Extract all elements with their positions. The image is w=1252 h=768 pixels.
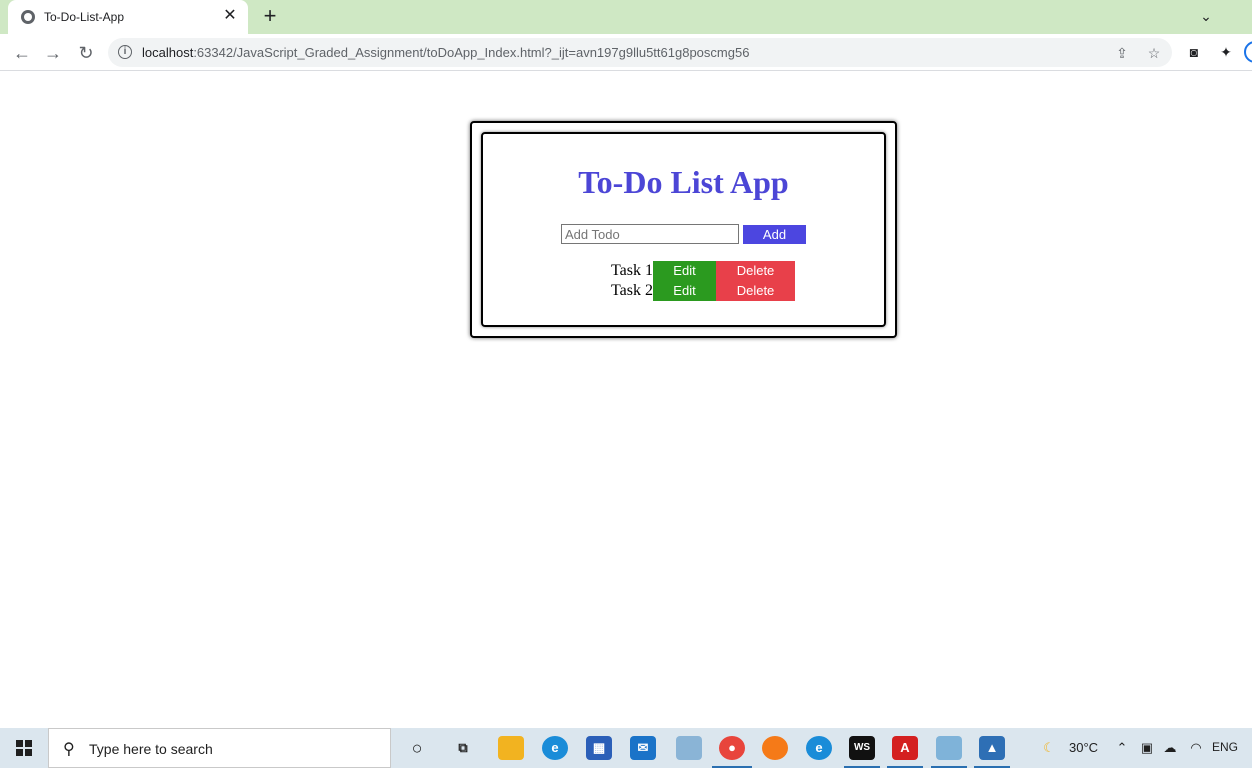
url-text[interactable]: localhost:63342/JavaScript_Graded_Assign… <box>142 45 749 60</box>
edit-button[interactable]: Edit <box>653 281 716 301</box>
task-row: Task 2 Edit Delete <box>611 281 811 301</box>
forward-button[interactable]: → <box>41 41 65 65</box>
taskbar-search[interactable]: ⚲ Type here to search <box>48 728 391 768</box>
search-icon: ⚲ <box>63 741 75 758</box>
extension-icon[interactable]: ◙ <box>1184 42 1204 62</box>
reload-button[interactable]: ↻ <box>74 41 98 65</box>
moon-weather-icon[interactable]: ☾ <box>1040 739 1058 757</box>
app-container-inner: To-Do List App Add Task 1 Edit Delete Ta… <box>481 132 886 327</box>
taskbar-search-placeholder: Type here to search <box>89 741 213 757</box>
weather-temperature[interactable]: 30°C <box>1069 740 1098 755</box>
edge-dev-icon[interactable]: e <box>806 736 832 760</box>
share-icon[interactable]: ⇪ <box>1112 43 1132 63</box>
task-label: Task 1 <box>611 262 653 279</box>
globe-icon <box>21 10 35 24</box>
tab-strip: To-Do-List-App ✕ + ⌄ <box>0 0 1252 34</box>
mail-icon[interactable]: ✉ <box>630 736 656 760</box>
wifi-icon[interactable]: ◠ <box>1187 739 1205 757</box>
address-bar[interactable]: i localhost:63342/JavaScript_Graded_Assi… <box>108 38 1172 67</box>
language-indicator[interactable]: ENG <box>1212 740 1238 754</box>
app-container-outer: To-Do List App Add Task 1 Edit Delete Ta… <box>470 121 897 338</box>
close-tab-icon[interactable]: ✕ <box>220 6 240 26</box>
edit-button[interactable]: Edit <box>653 261 716 281</box>
back-button[interactable]: ← <box>10 41 34 65</box>
url-path: :63342/JavaScript_Graded_Assignment/toDo… <box>193 45 750 60</box>
task-view-icon[interactable]: ⧉ <box>450 736 476 760</box>
puzzle-extensions-icon[interactable]: ✦ <box>1216 42 1236 62</box>
windows-logo-icon <box>16 740 32 756</box>
file-explorer-icon[interactable] <box>498 736 524 760</box>
add-button[interactable]: Add <box>743 225 806 244</box>
add-todo-input[interactable] <box>561 224 739 244</box>
browser-toolbar: ← → ↻ i localhost:63342/JavaScript_Grade… <box>0 34 1252 71</box>
new-tab-button[interactable]: + <box>258 4 282 28</box>
chevron-up-icon[interactable]: ⌃ <box>1113 739 1131 757</box>
app-title: To-Do List App <box>578 164 789 200</box>
task-row: Task 1 Edit Delete <box>611 261 811 281</box>
webstorm-icon[interactable]: WS <box>849 736 875 760</box>
url-host: localhost <box>142 45 194 60</box>
delete-button[interactable]: Delete <box>716 281 795 301</box>
delete-button[interactable]: Delete <box>716 261 795 281</box>
tab-search-chevron-icon[interactable]: ⌄ <box>1196 6 1216 26</box>
photos-icon[interactable]: ▲ <box>979 736 1005 760</box>
bookmark-star-icon[interactable]: ☆ <box>1144 43 1164 63</box>
tab-title: To-Do-List-App <box>44 10 125 24</box>
microsoft-store-icon[interactable]: ▦ <box>586 736 612 760</box>
notepad-icon[interactable] <box>936 736 962 760</box>
site-info-icon[interactable]: i <box>118 45 132 59</box>
chrome-icon[interactable]: ● <box>719 736 745 760</box>
cloud-icon[interactable]: ☁ <box>1161 739 1179 757</box>
edge-icon[interactable]: e <box>542 736 568 760</box>
remote-desktop-icon[interactable] <box>676 736 702 760</box>
meet-now-icon[interactable]: ▣ <box>1138 739 1156 757</box>
start-button[interactable] <box>0 728 48 768</box>
acrobat-icon[interactable]: A <box>892 736 918 760</box>
task-label: Task 2 <box>611 282 653 299</box>
browser-tab[interactable]: To-Do-List-App ✕ <box>8 0 248 34</box>
task-list: Task 1 Edit Delete Task 2 Edit Delete <box>611 261 811 301</box>
cortana-icon[interactable]: ○ <box>404 736 430 760</box>
firefox-icon[interactable] <box>762 736 788 760</box>
taskbar: ⚲ Type here to search ○ ⧉ e ▦ ✉ ● e WS A… <box>0 728 1252 768</box>
